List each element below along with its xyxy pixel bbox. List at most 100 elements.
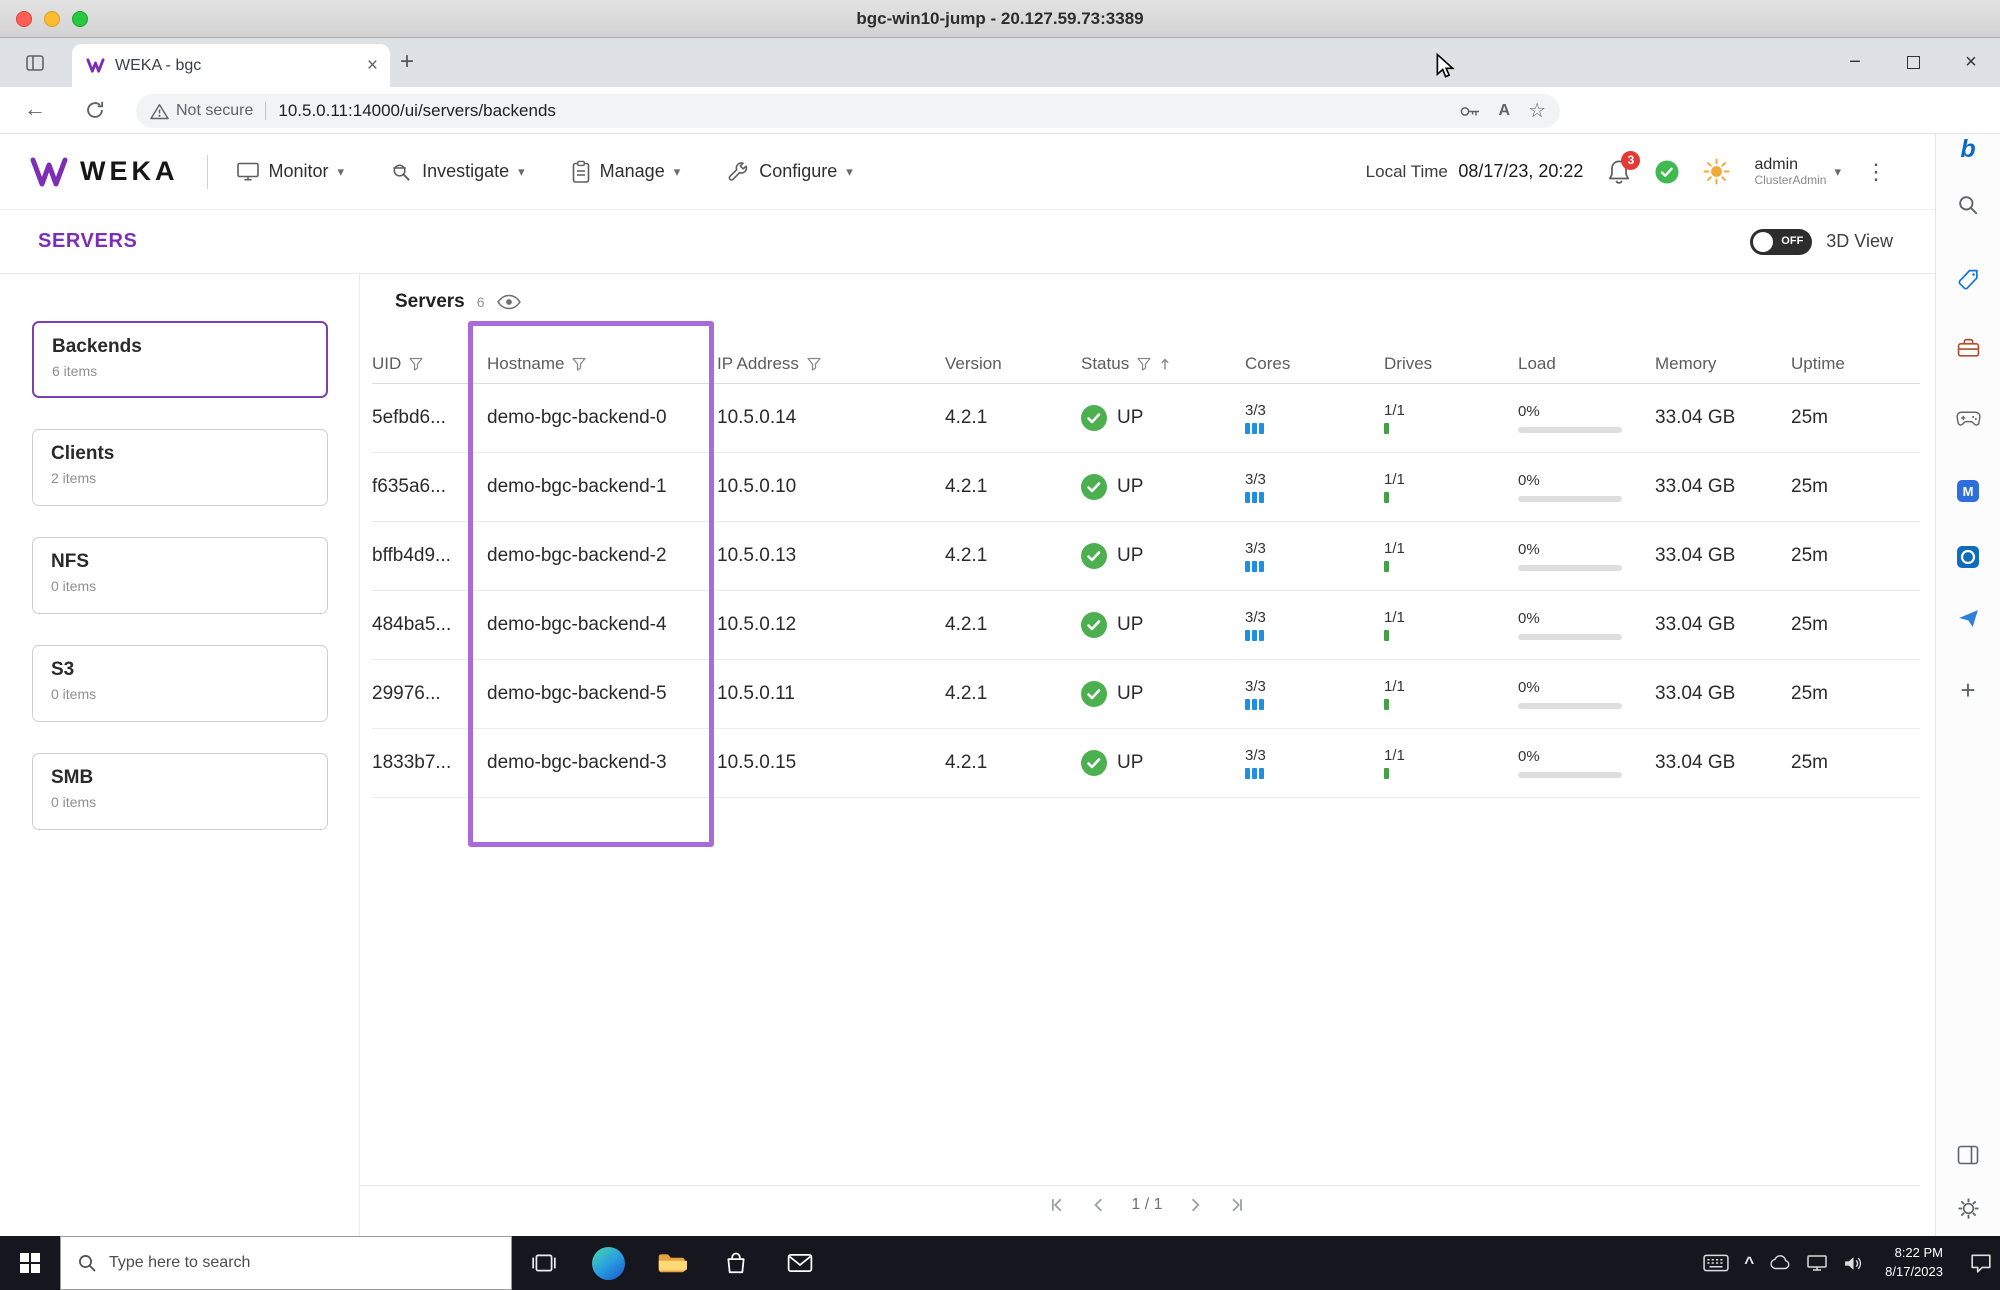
chevron-down-icon: ▾ (337, 163, 345, 179)
cell-uid: f635a6... (372, 476, 446, 497)
taskbar-clock[interactable]: 8:22 PM 8/17/2023 (1879, 1244, 1949, 1282)
page-header-bar: SERVERS OFF 3D View (0, 210, 1935, 274)
touch-keyboard-icon[interactable] (1703, 1254, 1729, 1272)
next-page-icon[interactable] (1189, 1197, 1203, 1213)
hidden-icons-caret[interactable]: ^ (1744, 1253, 1754, 1273)
user-menu[interactable]: admin ClusterAdmin ▾ (1754, 156, 1841, 187)
tab-close-icon[interactable]: × (367, 55, 378, 77)
prev-page-icon[interactable] (1091, 1197, 1105, 1213)
filter-icon[interactable] (1136, 356, 1152, 372)
notifications-bell-icon[interactable]: 3 (1607, 150, 1641, 185)
window-maximize-button[interactable] (1884, 38, 1942, 87)
tray-cloud-icon[interactable] (1769, 1255, 1791, 1271)
cell-ip: 10.5.0.15 (717, 752, 797, 773)
sidebar-item-nfs[interactable]: NFS 0 items (32, 537, 328, 614)
more-options-icon[interactable]: ⋮ (1865, 159, 1887, 185)
table-row[interactable]: 5efbd6... demo-bgc-backend-0 10.5.0.14 4… (372, 384, 1920, 453)
drop-icon[interactable] (1953, 603, 1983, 633)
column-header-memory[interactable]: Memory (1655, 354, 1791, 374)
sidebar-item-clients[interactable]: Clients 2 items (32, 429, 328, 506)
sidebar-settings-gear-icon[interactable] (1953, 1193, 1983, 1223)
start-button[interactable] (0, 1236, 60, 1290)
tray-volume-icon[interactable] (1843, 1255, 1864, 1272)
column-header-cores[interactable]: Cores (1245, 354, 1384, 374)
cell-memory: 33.04 GB (1655, 683, 1736, 704)
cell-version: 4.2.1 (945, 545, 988, 566)
security-label[interactable]: Not secure (176, 102, 253, 120)
sidebar-add-icon[interactable]: + (1953, 675, 1983, 705)
3d-view-toggle[interactable]: OFF (1750, 228, 1813, 255)
window-minimize-button[interactable]: − (1826, 38, 1884, 87)
cell-hostname: demo-bgc-backend-2 (487, 545, 667, 566)
column-header-uid[interactable]: UID (372, 354, 487, 374)
shopping-icon[interactable] (1953, 264, 1983, 294)
sidebar-item-backends[interactable]: Backends 6 items (32, 321, 328, 398)
taskbar-edge-icon[interactable] (576, 1236, 640, 1290)
column-header-hostname[interactable]: Hostname (487, 354, 717, 374)
cell-cores: 3/3 (1245, 471, 1384, 503)
table-row[interactable]: 484ba5... demo-bgc-backend-4 10.5.0.12 4… (372, 591, 1920, 660)
taskbar-file-explorer-icon[interactable] (640, 1236, 704, 1290)
sidebar-toggle-icon[interactable] (1953, 1140, 1983, 1170)
sidebar-search-icon[interactable] (1953, 190, 1983, 220)
taskbar-store-icon[interactable] (704, 1236, 768, 1290)
table-row[interactable]: f635a6... demo-bgc-backend-1 10.5.0.10 4… (372, 453, 1920, 522)
manage-clipboard-icon (572, 160, 589, 183)
load-progress-track (1518, 565, 1622, 571)
cell-version: 4.2.1 (945, 476, 988, 497)
column-header-drives[interactable]: Drives (1384, 354, 1518, 374)
cell-drives: 1/1 (1384, 471, 1518, 503)
weka-logo[interactable]: WEKA (30, 156, 179, 187)
taskbar-search[interactable]: Type here to search (60, 1236, 512, 1290)
column-header-ip[interactable]: IP Address (717, 354, 945, 374)
nav-investigate[interactable]: Investigate ▾ (390, 161, 525, 183)
table-row[interactable]: bffb4d9... demo-bgc-backend-2 10.5.0.13 … (372, 522, 1920, 591)
filter-icon[interactable] (571, 356, 587, 372)
window-close-button[interactable]: × (1942, 38, 2000, 87)
page-title: SERVERS (38, 230, 138, 252)
m365-icon[interactable]: M (1953, 476, 1983, 506)
cell-memory: 33.04 GB (1655, 476, 1736, 497)
column-header-uptime[interactable]: Uptime (1791, 354, 1920, 374)
sidebar-item-smb[interactable]: SMB 0 items (32, 753, 328, 830)
column-header-load[interactable]: Load (1518, 354, 1655, 374)
url-omnibox[interactable]: Not secure 10.5.0.11:14000/ui/servers/ba… (136, 94, 1560, 128)
cluster-status-icon[interactable] (1655, 159, 1679, 184)
nav-monitor[interactable]: Monitor ▾ (236, 161, 345, 182)
sort-ascending-icon[interactable] (1159, 357, 1171, 371)
action-center-icon[interactable] (1970, 1253, 1992, 1273)
taskbar-mail-icon[interactable] (768, 1236, 832, 1290)
tray-network-icon[interactable] (1806, 1254, 1828, 1272)
read-aloud-icon[interactable]: A (1499, 102, 1511, 120)
column-header-version[interactable]: Version (945, 354, 1081, 374)
nav-configure[interactable]: Configure ▾ (726, 160, 853, 184)
bing-chat-icon[interactable]: b (1953, 134, 1983, 164)
drives-bars (1384, 768, 1518, 779)
refresh-icon[interactable] (84, 99, 106, 121)
filter-icon[interactable] (806, 356, 822, 372)
last-page-icon[interactable] (1229, 1197, 1245, 1213)
cell-drives: 1/1 (1384, 609, 1518, 641)
browser-tab[interactable]: WEKA - bgc × (72, 44, 390, 87)
tab-actions-menu-icon[interactable] (22, 50, 48, 76)
theme-sun-icon[interactable] (1703, 158, 1730, 185)
favorite-star-icon[interactable]: ☆ (1528, 101, 1546, 121)
back-icon[interactable]: ← (24, 96, 46, 122)
table-row[interactable]: 29976... demo-bgc-backend-5 10.5.0.11 4.… (372, 660, 1920, 729)
games-icon[interactable] (1953, 403, 1983, 433)
table-row[interactable]: 1833b7... demo-bgc-backend-3 10.5.0.15 4… (372, 729, 1920, 798)
new-tab-button[interactable]: + (400, 50, 414, 74)
nav-manage[interactable]: Manage ▾ (571, 160, 680, 184)
cell-hostname: demo-bgc-backend-3 (487, 752, 667, 773)
cell-hostname: demo-bgc-backend-5 (487, 683, 667, 704)
outlook-icon[interactable] (1953, 542, 1983, 572)
first-page-icon[interactable] (1049, 1197, 1065, 1213)
task-view-button[interactable] (512, 1236, 576, 1290)
tools-icon[interactable] (1953, 333, 1983, 363)
sidebar-item-s3[interactable]: S3 0 items (32, 645, 328, 722)
cell-hostname: demo-bgc-backend-4 (487, 614, 667, 635)
eye-visibility-icon[interactable] (496, 294, 521, 310)
column-header-status[interactable]: Status (1081, 354, 1245, 374)
password-key-icon[interactable] (1459, 105, 1481, 118)
filter-icon[interactable] (408, 356, 424, 372)
